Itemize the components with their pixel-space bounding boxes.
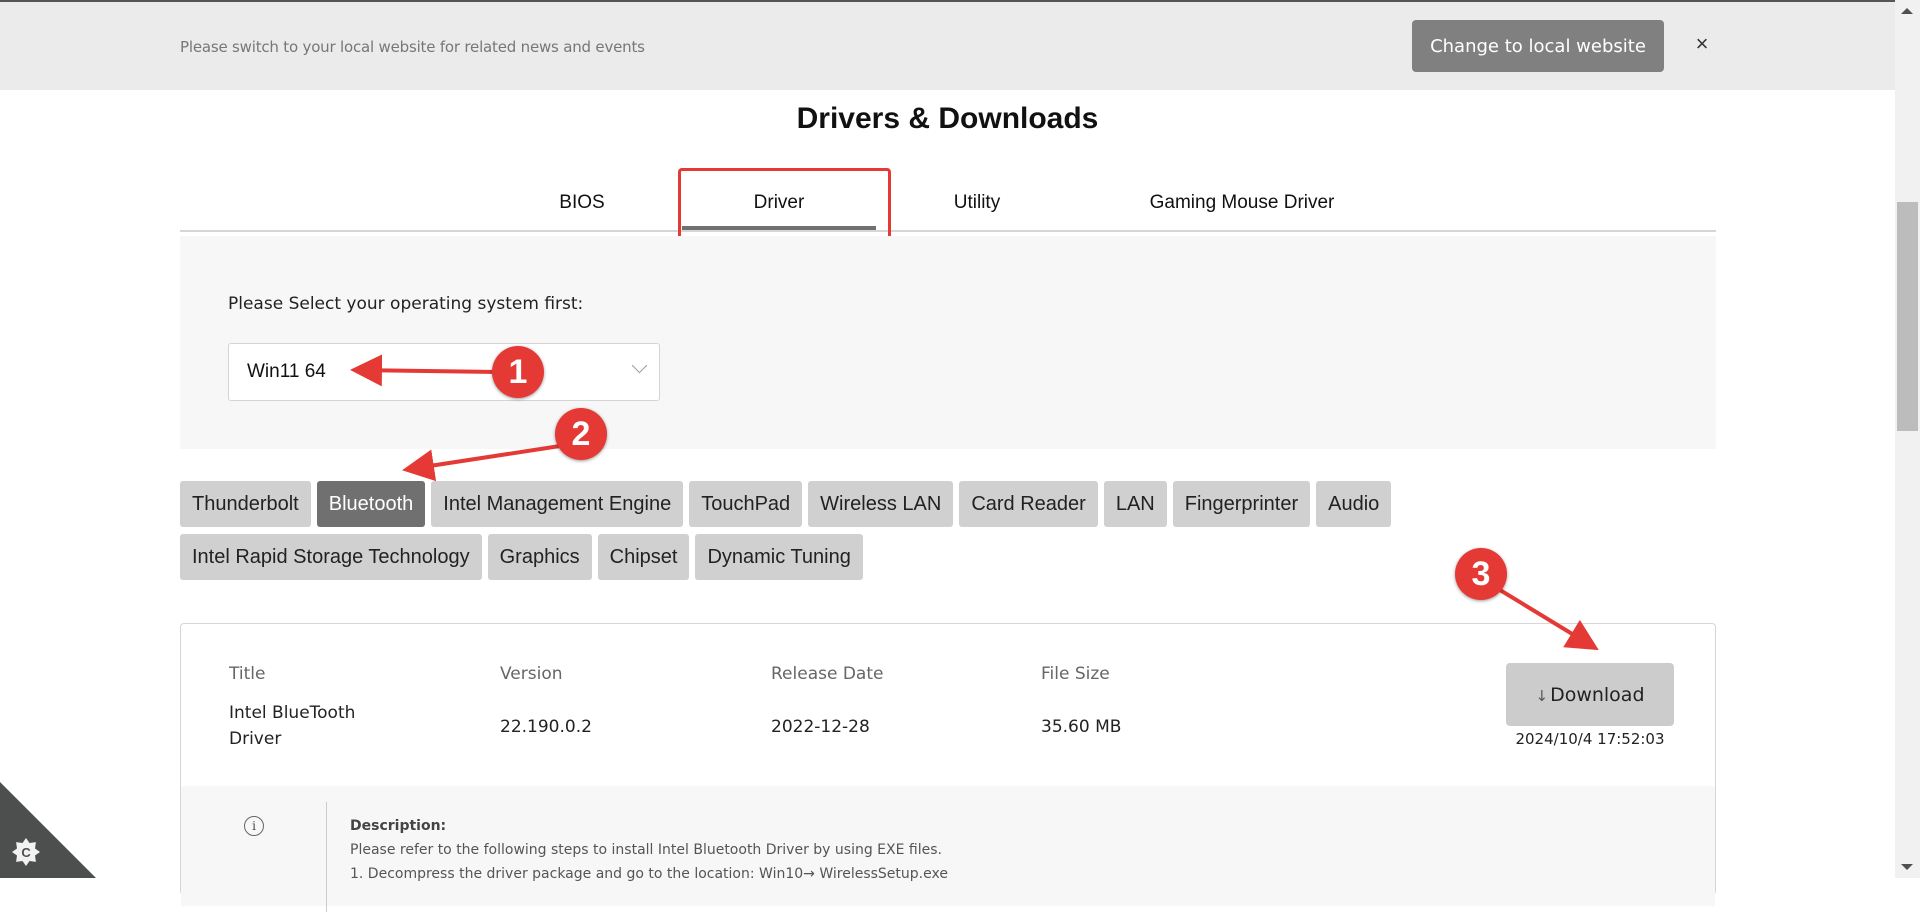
download-tabs: BIOS Driver Utility Gaming Mouse Driver <box>180 180 1716 232</box>
description-panel: i Description: Please refer to the follo… <box>181 786 1715 912</box>
driver-title: Intel BlueTooth Driver <box>229 700 355 752</box>
driver-card: Title Version Release Date File Size Int… <box>180 623 1716 912</box>
tab-driver[interactable]: Driver <box>682 180 876 230</box>
description-line-2: 1. Decompress the driver package and go … <box>350 866 948 882</box>
close-icon[interactable]: × <box>1688 30 1716 58</box>
driver-title-line2: Driver <box>229 729 282 749</box>
annotation-marker-1: 1 <box>492 346 544 398</box>
scrollbar-thumb[interactable] <box>1897 202 1918 431</box>
category-row-1: Thunderbolt Bluetooth Intel Management E… <box>180 481 1420 527</box>
description-line-1: Please refer to the following steps to i… <box>350 842 942 858</box>
cookie-settings-button[interactable]: C <box>0 782 96 878</box>
category-card-reader[interactable]: Card Reader <box>959 481 1098 527</box>
annotation-arrow-2 <box>402 444 561 482</box>
tab-gaming-mouse-driver[interactable]: Gaming Mouse Driver <box>1132 180 1352 230</box>
vertical-scrollbar[interactable] <box>1895 0 1920 878</box>
driver-file-size: 35.60 MB <box>1041 717 1122 737</box>
cookie-gear-icon: C <box>12 838 40 866</box>
tab-utility[interactable]: Utility <box>932 180 1022 230</box>
category-dynamic-tuning[interactable]: Dynamic Tuning <box>695 534 863 580</box>
annotation-marker-2: 2 <box>555 408 607 460</box>
description-heading: Description: <box>350 818 447 834</box>
category-intel-rapid-storage[interactable]: Intel Rapid Storage Technology <box>180 534 482 580</box>
category-wireless-lan[interactable]: Wireless LAN <box>808 481 954 527</box>
page-title: Drivers & Downloads <box>796 102 1099 135</box>
category-audio[interactable]: Audio <box>1316 481 1392 527</box>
category-row-2: Intel Rapid Storage Technology Graphics … <box>180 534 1420 580</box>
category-graphics[interactable]: Graphics <box>487 534 592 580</box>
header-file-size: File Size <box>1041 664 1110 684</box>
region-banner: Please switch to your local website for … <box>0 2 1895 90</box>
chevron-down-icon <box>631 357 648 374</box>
category-chipset[interactable]: Chipset <box>597 534 690 580</box>
header-version: Version <box>500 664 563 684</box>
download-label: Download <box>1550 683 1645 706</box>
os-select-label: Please Select your operating system firs… <box>228 294 584 314</box>
driver-category-list: Thunderbolt Bluetooth Intel Management E… <box>180 481 1420 587</box>
description-divider <box>326 802 327 912</box>
driver-title-line1: Intel BlueTooth <box>229 703 356 723</box>
annotation-marker-3: 3 <box>1455 548 1507 600</box>
os-select-dropdown[interactable]: Win11 64 <box>228 343 660 401</box>
download-timestamp: 2024/10/4 17:52:03 <box>1515 730 1665 748</box>
header-title: Title <box>229 664 266 684</box>
category-touchpad[interactable]: TouchPad <box>689 481 803 527</box>
tab-bios[interactable]: BIOS <box>550 180 614 230</box>
banner-message: Please switch to your local website for … <box>180 38 645 56</box>
scroll-down-arrow-icon[interactable] <box>1901 864 1913 870</box>
category-fingerprinter[interactable]: Fingerprinter <box>1172 481 1311 527</box>
svg-text:C: C <box>21 845 31 860</box>
category-thunderbolt[interactable]: Thunderbolt <box>180 481 311 527</box>
driver-release-date: 2022-12-28 <box>771 717 870 737</box>
change-local-website-button[interactable]: Change to local website <box>1412 20 1664 72</box>
header-release-date: Release Date <box>771 664 884 684</box>
os-select-value: Win11 64 <box>247 361 326 382</box>
scroll-up-arrow-icon[interactable] <box>1901 8 1913 14</box>
driver-version: 22.190.0.2 <box>500 717 592 737</box>
download-button[interactable]: ↓ Download <box>1506 663 1674 726</box>
category-bluetooth[interactable]: Bluetooth <box>316 481 426 527</box>
description-text: Description: Please refer to the followi… <box>350 814 948 886</box>
download-icon: ↓ <box>1535 686 1549 705</box>
info-icon: i <box>244 816 264 836</box>
category-intel-management-engine[interactable]: Intel Management Engine <box>431 481 684 527</box>
category-lan[interactable]: LAN <box>1103 481 1167 527</box>
os-selection-panel: Please Select your operating system firs… <box>180 236 1716 449</box>
